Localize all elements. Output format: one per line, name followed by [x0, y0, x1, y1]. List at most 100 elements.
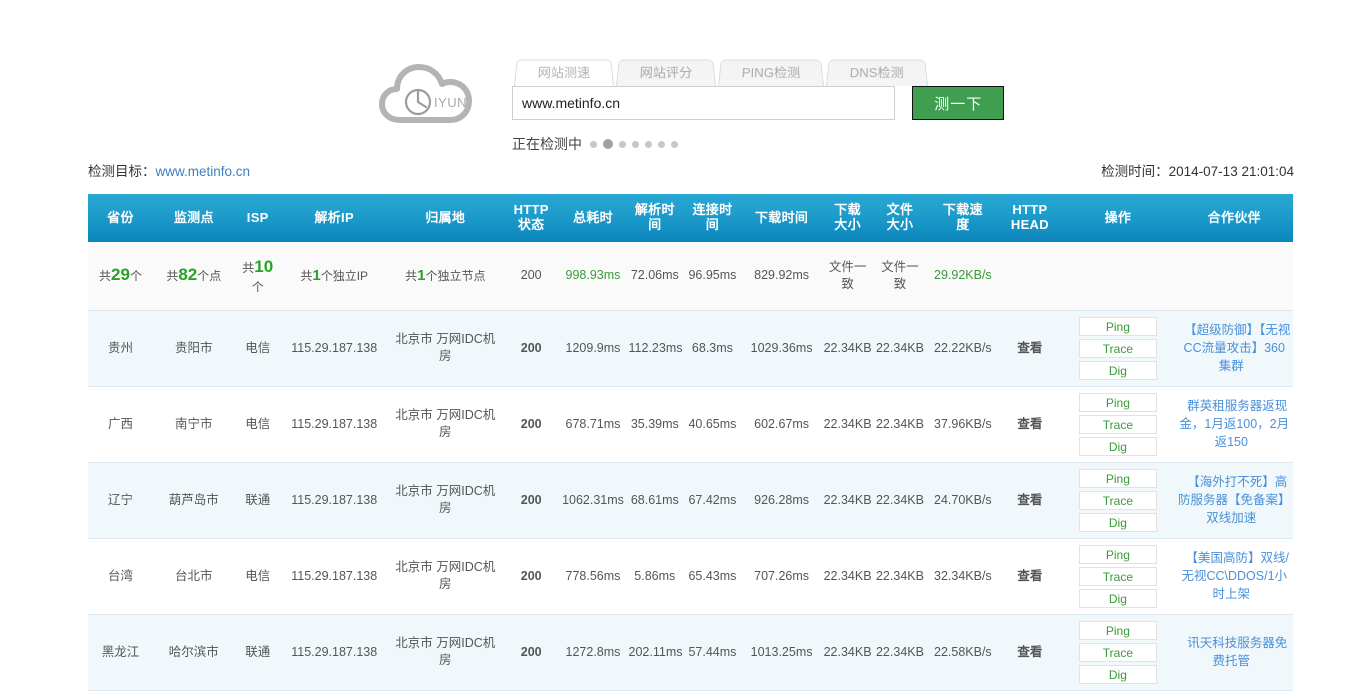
loading-dot: [619, 140, 626, 148]
col-file-size[interactable]: 文件 大小: [873, 194, 927, 242]
cell-http-head[interactable]: 查看: [999, 538, 1061, 615]
dig-button[interactable]: Dig: [1078, 436, 1157, 456]
tab-dns-test[interactable]: DNS检测: [826, 59, 928, 86]
ping-button[interactable]: Ping: [1078, 392, 1157, 412]
cell-monitor-node: 贵阳市: [152, 310, 235, 387]
cell-file-size: 22.34KB: [873, 386, 927, 463]
col-monitor-node[interactable]: 监测点: [152, 194, 235, 242]
run-test-button[interactable]: 测一下: [912, 86, 1004, 120]
col-province[interactable]: 省份: [88, 194, 153, 242]
col-download-time[interactable]: 下载时间: [741, 194, 822, 242]
col-http-head[interactable]: HTTP HEAD: [999, 194, 1061, 242]
cell-partner: 群英租服务器返现金，1月返100，2月返150: [1175, 386, 1293, 463]
summary-download-size: 文件一致: [821, 242, 874, 311]
cell-resolved-ip[interactable]: 115.29.187.138: [280, 310, 388, 387]
table-body: 共29个 共82个点 共10个 共1个独立IP 共1个独立节点 200 998.…: [88, 242, 1293, 691]
col-isp[interactable]: ISP: [234, 194, 281, 242]
dig-button[interactable]: Dig: [1078, 512, 1157, 532]
cell-http-status: 200: [502, 386, 560, 463]
cell-http-head[interactable]: 查看: [999, 462, 1061, 539]
summary-isp-prefix: 共: [242, 260, 255, 275]
cell-file-size: 22.34KB: [873, 614, 927, 691]
tab-website-speed[interactable]: 网站测速: [514, 59, 614, 86]
cell-total-time: 1062.31ms: [559, 462, 627, 539]
cell-download-size: 22.34KB: [821, 310, 874, 387]
loading-dot-active: [603, 139, 613, 149]
col-operations[interactable]: 操作: [1060, 194, 1176, 242]
cell-partner: 【海外打不死】高防服务器【免备案】双线加速: [1175, 462, 1293, 539]
cell-http-head[interactable]: 查看: [999, 310, 1061, 387]
col-download-speed[interactable]: 下载速度: [926, 194, 1000, 242]
col-resolved-ip[interactable]: 解析IP: [280, 194, 388, 242]
col-download-size[interactable]: 下载 大小: [821, 194, 874, 242]
col-connect-time[interactable]: 连接时间: [683, 194, 742, 242]
cell-file-size: 22.34KB: [873, 310, 927, 387]
cell-download-speed: 37.96KB/s: [926, 386, 1000, 463]
cell-connect-time: 68.3ms: [683, 310, 742, 387]
cell-resolved-ip[interactable]: 115.29.187.138: [280, 538, 388, 615]
cell-isp: 电信: [234, 310, 281, 387]
cell-download-time: 602.67ms: [741, 386, 822, 463]
cell-resolve-time: 202.11ms: [626, 614, 684, 691]
dig-button[interactable]: Dig: [1078, 664, 1157, 684]
summary-download-time: 829.92ms: [741, 242, 822, 311]
ping-button[interactable]: Ping: [1078, 544, 1157, 564]
ping-button[interactable]: Ping: [1078, 316, 1157, 336]
partner-link[interactable]: 【美国高防】双线/无视CC\DDOS/1小时上架: [1180, 551, 1289, 601]
url-input[interactable]: [512, 86, 896, 120]
ping-button[interactable]: Ping: [1078, 468, 1157, 488]
partner-link[interactable]: 【超级防御】【无视CC流量攻击】360集群: [1178, 323, 1291, 373]
top-search-area: IYUN 网站测速 网站评分 PING检测 DNS检测 测一下 正在检测中: [0, 0, 1359, 160]
summary-ops: [1060, 242, 1176, 311]
summary-loc-suffix: 个独立节点: [425, 268, 486, 283]
col-partner[interactable]: 合作伙伴: [1175, 194, 1293, 242]
partner-link[interactable]: 【海外打不死】高防服务器【免备案】双线加速: [1178, 475, 1291, 525]
col-total-time[interactable]: 总耗时: [559, 194, 627, 242]
cell-partner: 【美国高防】双线/无视CC\DDOS/1小时上架: [1175, 538, 1293, 615]
cell-resolved-ip[interactable]: 115.29.187.138: [280, 614, 388, 691]
summary-node-prefix: 共: [166, 269, 179, 284]
cell-location: 北京市 万网IDC机房: [387, 538, 503, 615]
dig-button[interactable]: Dig: [1078, 588, 1157, 608]
loading-dot: [658, 140, 665, 148]
summary-isp: 共10 个: [234, 242, 281, 311]
partner-link[interactable]: 讯天科技服务器免费托管: [1181, 636, 1287, 668]
cell-download-speed: 24.70KB/s: [926, 462, 1000, 539]
cell-operations: Ping Trace Dig: [1060, 538, 1176, 615]
partner-link[interactable]: 群英租服务器返现金，1月返100，2月返150: [1179, 399, 1289, 449]
cell-http-head[interactable]: 查看: [999, 614, 1061, 691]
cell-file-size: 22.34KB: [873, 462, 927, 539]
summary-province-suffix: 个: [129, 269, 142, 284]
cell-http-head[interactable]: 查看: [999, 386, 1061, 463]
ping-button[interactable]: Ping: [1078, 620, 1157, 640]
col-resolve-time[interactable]: 解析时间: [626, 194, 684, 242]
cell-province: 黑龙江: [88, 614, 153, 691]
cell-http-status: 200: [502, 614, 560, 691]
trace-button[interactable]: Trace: [1078, 490, 1157, 510]
operation-buttons: Ping Trace Dig: [1062, 392, 1173, 456]
summary-node-suffix: 个点: [197, 269, 222, 284]
loading-text: 正在检测中: [512, 136, 582, 152]
cell-http-status: 200: [502, 538, 560, 615]
iyun-logo: IYUN: [378, 58, 478, 132]
col-http-status[interactable]: HTTP 状态: [502, 194, 560, 242]
table-row: 台湾 台北市 电信 115.29.187.138 北京市 万网IDC机房 200 778.5…: [88, 538, 1293, 615]
col-location[interactable]: 归属地: [387, 194, 503, 242]
tab-website-score[interactable]: 网站评分: [616, 59, 716, 86]
cell-resolved-ip[interactable]: 115.29.187.138: [280, 386, 388, 463]
cell-monitor-node: 台北市: [152, 538, 235, 615]
summary-province: 共29个: [88, 242, 153, 311]
trace-button[interactable]: Trace: [1078, 566, 1157, 586]
cell-operations: Ping Trace Dig: [1060, 386, 1176, 463]
detect-target-url[interactable]: www.metinfo.cn: [156, 164, 251, 179]
detect-time: 检测时间：2014-07-13 21:01:04: [1101, 160, 1294, 180]
dig-button[interactable]: Dig: [1078, 360, 1157, 380]
trace-button[interactable]: Trace: [1078, 338, 1157, 358]
cell-http-status: 200: [502, 310, 560, 387]
trace-button[interactable]: Trace: [1078, 414, 1157, 434]
cell-download-speed: 22.22KB/s: [926, 310, 1000, 387]
summary-row: 共29个 共82个点 共10个 共1个独立IP 共1个独立节点 200 998.…: [88, 242, 1293, 311]
trace-button[interactable]: Trace: [1078, 642, 1157, 662]
cell-resolved-ip[interactable]: 115.29.187.138: [280, 462, 388, 539]
tab-ping-test[interactable]: PING检测: [718, 59, 825, 86]
